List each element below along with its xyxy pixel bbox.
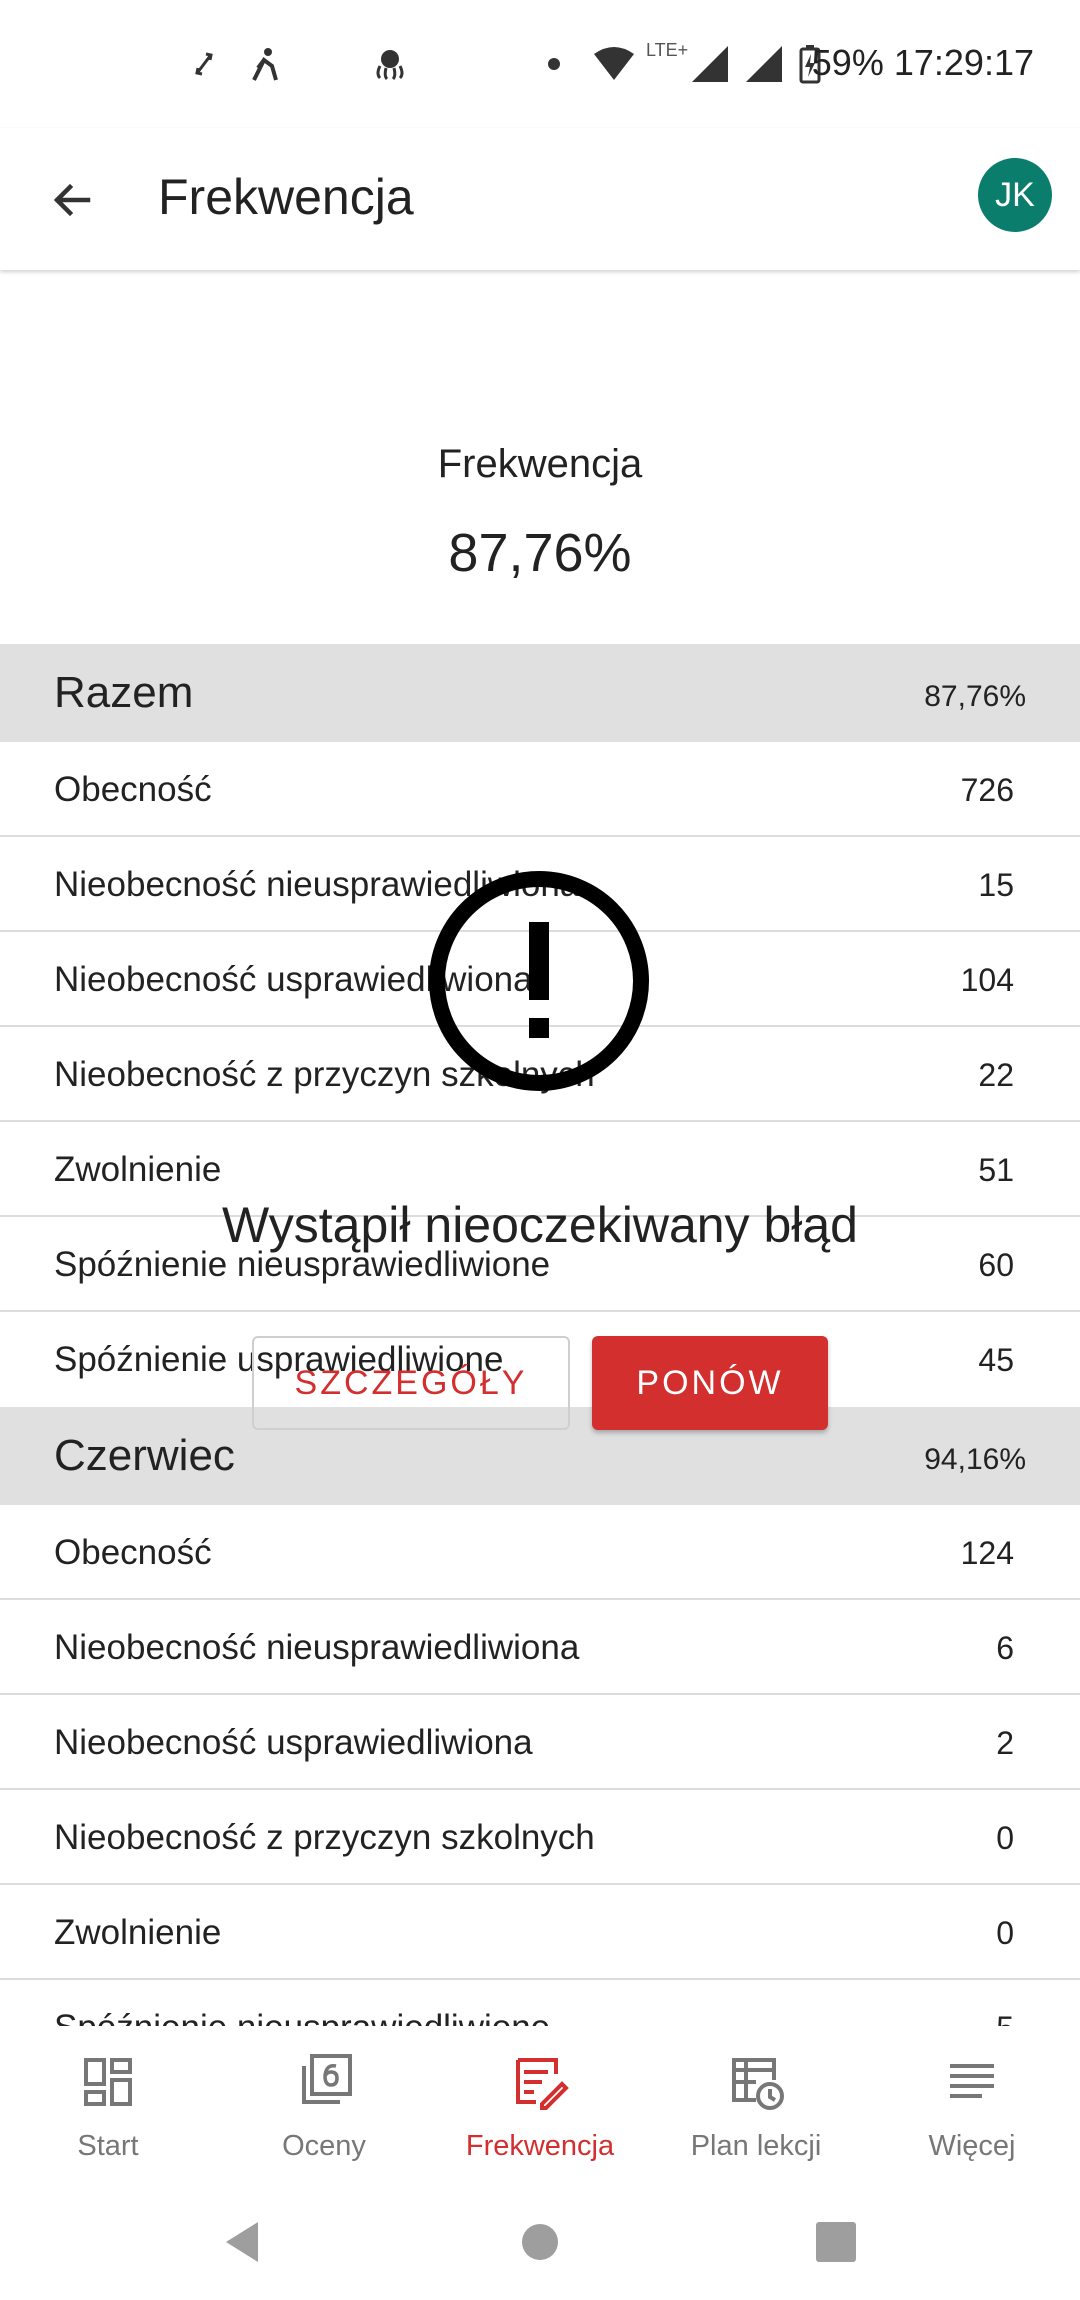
list-item-value: 15	[978, 867, 1014, 903]
error-message: Wystąpił nieoczekiwany błąd	[222, 1197, 858, 1253]
list-item-label: Obecność	[54, 1533, 212, 1572]
list-item-value: 45	[978, 1342, 1014, 1378]
wifi-icon	[594, 47, 634, 80]
nav-label: Plan lekcji	[690, 2130, 822, 2162]
list-item: Spóźnienie nieusprawiedliwione 5	[0, 1980, 1080, 2026]
hiker-icon	[252, 48, 278, 81]
nav-item-wiecej[interactable]: Więcej	[864, 2026, 1080, 2186]
status-text: 59% 17:29:17	[812, 42, 1034, 84]
section-header: Razem 87,76%	[0, 644, 1080, 742]
list-item-label: Zwolnienie	[54, 1150, 222, 1189]
system-recents-icon[interactable]	[808, 2214, 864, 2270]
list-item-label: Nieobecność nieusprawiedliwiona	[54, 1628, 580, 1667]
retry-button[interactable]: PONÓW	[592, 1336, 828, 1430]
list-item-value: 104	[960, 962, 1014, 998]
attendance-summary: Frekwencja 87,76%	[0, 270, 1080, 644]
list-item: Zwolnienie 0	[0, 1885, 1080, 1980]
list-item-value: 726	[960, 772, 1014, 808]
nav-item-start[interactable]: Start	[0, 2026, 216, 2186]
list-item-label: Spóźnienie nieusprawiedliwione	[54, 2008, 550, 2026]
sync-icon	[195, 52, 213, 76]
system-navigation-bar	[0, 2186, 1080, 2300]
page-title: Frekwencja	[158, 169, 414, 225]
details-button[interactable]: SZCZEGÓŁY	[252, 1336, 570, 1430]
octopus-icon	[376, 50, 404, 81]
section-value: 94,16%	[924, 1443, 1026, 1476]
list-item-label: Nieobecność usprawiedliwiona	[54, 1723, 533, 1762]
more-icon	[950, 2064, 994, 2098]
nav-label: Start	[77, 2130, 139, 2162]
list-item: Nieobecność z przyczyn szkolnych 0	[0, 1790, 1080, 1885]
network-type-label: LTE+	[646, 40, 689, 60]
list-item-value: 0	[996, 1915, 1014, 1951]
status-bar: LTE+ 59% 17:29:17	[0, 0, 1080, 128]
list-item-label: Obecność	[54, 770, 212, 809]
signal-icon	[692, 46, 728, 82]
list-item-value: 2	[996, 1725, 1014, 1761]
signal-icon	[746, 46, 782, 82]
list-item: Nieobecność usprawiedliwiona 2	[0, 1695, 1080, 1790]
system-home-icon[interactable]	[512, 2214, 568, 2270]
arrow-back-icon	[53, 183, 91, 217]
bottom-navigation: Start Oceny Frekwencja Plan lekcji Więce…	[0, 2026, 1080, 2186]
section-value: 87,76%	[924, 680, 1026, 713]
section-title: Czerwiec	[54, 1431, 235, 1480]
list-item: Obecność 124	[0, 1505, 1080, 1600]
nav-label: Więcej	[928, 2130, 1016, 2162]
error-icon	[429, 871, 649, 1091]
section-title: Razem	[54, 668, 194, 717]
dot-icon	[548, 58, 560, 70]
nav-label: Frekwencja	[465, 2130, 615, 2162]
app-bar: Frekwencja JK	[0, 128, 1080, 270]
timetable-icon	[732, 2058, 784, 2110]
list-item-value: 51	[978, 1152, 1014, 1188]
list-item-value: 5	[996, 2010, 1014, 2026]
nav-item-frekwencja[interactable]: Frekwencja	[432, 2026, 648, 2186]
system-back-icon[interactable]	[214, 2214, 270, 2270]
list-item: Obecność 726	[0, 742, 1080, 837]
summary-value: 87,76%	[448, 523, 632, 583]
list-item-value: 124	[960, 1535, 1014, 1571]
dashboard-icon	[84, 2058, 132, 2106]
battery-percent: 59%	[811, 42, 884, 83]
attendance-list[interactable]: Razem 87,76% Obecność 726 Nieobecność ni…	[0, 644, 1080, 2026]
back-button[interactable]	[36, 164, 108, 236]
grades-icon	[302, 2054, 352, 2104]
list-item-value: 22	[978, 1057, 1014, 1093]
list-item-value: 6	[996, 1630, 1014, 1666]
nav-item-oceny[interactable]: Oceny	[216, 2026, 432, 2186]
list-item-label: Zwolnienie	[54, 1913, 222, 1952]
nav-label: Oceny	[282, 2130, 366, 2162]
list-item: Nieobecność nieusprawiedliwiona 6	[0, 1600, 1080, 1695]
nav-item-plan-lekcji[interactable]: Plan lekcji	[648, 2026, 864, 2186]
avatar[interactable]: JK	[978, 158, 1052, 232]
clock: 17:29:17	[893, 42, 1034, 83]
attendance-icon	[516, 2058, 569, 2110]
list-item-label: Nieobecność z przyczyn szkolnych	[54, 1818, 595, 1857]
list-item-value: 0	[996, 1820, 1014, 1856]
summary-label: Frekwencja	[437, 442, 643, 486]
